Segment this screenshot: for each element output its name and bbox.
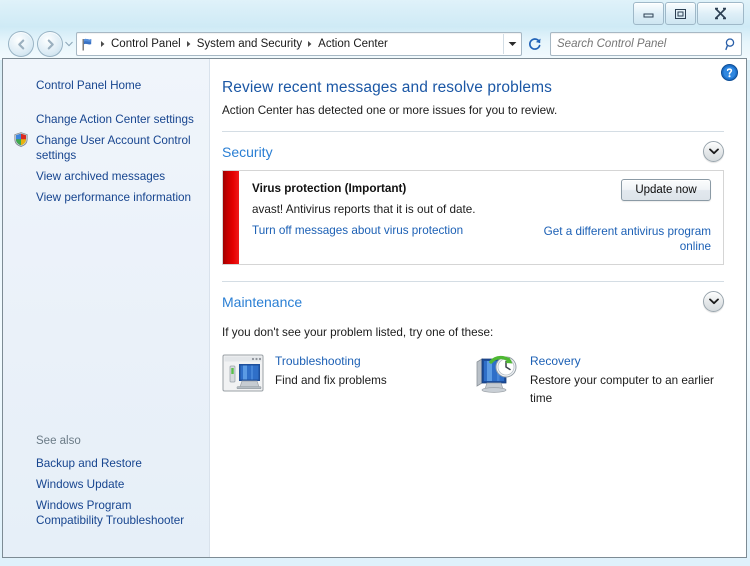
sidebar-item-program-compatibility-troubleshooter[interactable]: Windows Program Compatibility Troublesho… — [3, 495, 209, 531]
back-arrow-icon — [17, 39, 24, 49]
chevron-down-icon — [65, 41, 73, 47]
page-subtitle: Action Center has detected one or more i… — [222, 104, 558, 117]
troubleshooting-icon — [222, 354, 264, 397]
sidebar-links: Control Panel Home Change Action Center … — [3, 59, 209, 208]
chevron-down-icon — [708, 148, 719, 155]
search-input[interactable] — [551, 37, 721, 51]
breadcrumb-separator — [98, 40, 108, 48]
sidebar-item-label: Change User Account Control settings — [36, 134, 191, 162]
alert-severity-bar — [223, 171, 239, 264]
breadcrumb-item-control-panel[interactable]: Control Panel — [108, 34, 184, 54]
see-also-section: See also Backup and Restore Windows Upda… — [3, 435, 209, 531]
troubleshooting-link[interactable]: Troubleshooting — [275, 354, 387, 368]
sidebar-item-label: Windows Update — [36, 478, 125, 491]
sidebar-item-control-panel-home[interactable]: Control Panel Home — [3, 75, 209, 96]
expand-security-button[interactable] — [703, 141, 724, 162]
section-title-security[interactable]: Security — [222, 144, 703, 160]
main-inner: Review recent messages and resolve probl… — [210, 59, 746, 407]
window-controls — [632, 2, 744, 25]
expand-maintenance-button[interactable] — [703, 291, 724, 312]
chevron-down-icon — [508, 42, 517, 46]
alert-virus-protection: Virus protection (Important) avast! Anti… — [222, 170, 724, 265]
forward-arrow-icon — [47, 39, 54, 49]
search-icon[interactable] — [721, 37, 741, 51]
page-title: Review recent messages and resolve probl… — [222, 79, 552, 96]
sidebar-item-label: Backup and Restore — [36, 457, 142, 470]
main-content: Review recent messages and resolve probl… — [210, 59, 746, 557]
forward-button[interactable] — [37, 31, 63, 57]
see-also-title: See also — [36, 435, 81, 447]
alert-content: Virus protection (Important) avast! Anti… — [239, 171, 723, 264]
close-button[interactable] — [697, 2, 744, 25]
address-bar[interactable]: Control Panel System and Security Action… — [76, 32, 522, 56]
alert-links: Turn off messages about virus protection… — [252, 224, 711, 254]
sidebar-item-change-action-center-settings[interactable]: Change Action Center settings — [3, 109, 209, 130]
action-center-window: Control Panel System and Security Action… — [0, 0, 750, 560]
control-panel-flag-icon — [80, 37, 95, 52]
sidebar-item-windows-update[interactable]: Windows Update — [3, 474, 209, 495]
task-recovery[interactable]: Recovery Restore your computer to an ear… — [473, 354, 724, 407]
sidebar-item-view-performance-information[interactable]: View performance information — [3, 187, 209, 208]
sidebar-item-label: Change Action Center settings — [36, 113, 194, 126]
task-text: Troubleshooting Find and fix problems — [275, 354, 387, 389]
breadcrumb-separator — [184, 40, 194, 48]
section-title-maintenance[interactable]: Maintenance — [222, 294, 703, 310]
sidebar-item-change-uac-settings[interactable]: Change User Account Control settings — [3, 130, 209, 166]
title-bar — [0, 0, 750, 28]
recent-pages-button[interactable] — [63, 32, 75, 56]
client-area: Control Panel Home Change Action Center … — [2, 58, 747, 558]
sidebar-item-label: Windows Program Compatibility Troublesho… — [36, 499, 185, 527]
turn-off-messages-link[interactable]: Turn off messages about virus protection — [252, 224, 463, 237]
task-text: Recovery Restore your computer to an ear… — [530, 354, 724, 407]
search-box[interactable] — [550, 32, 742, 56]
recovery-icon — [473, 354, 519, 401]
address-dropdown-button[interactable] — [503, 34, 521, 54]
section-header-security: Security — [222, 131, 724, 162]
sidebar-item-label: View performance information — [36, 191, 192, 204]
try-one-of-these-text: If you don't see your problem listed, tr… — [222, 326, 494, 339]
sidebar-item-view-archived-messages[interactable]: View archived messages — [3, 166, 209, 187]
task-troubleshooting[interactable]: Troubleshooting Find and fix problems — [222, 354, 473, 407]
update-now-button[interactable]: Update now — [621, 179, 711, 201]
uac-shield-icon — [14, 132, 28, 151]
sidebar-item-backup-and-restore[interactable]: Backup and Restore — [3, 453, 209, 474]
get-different-antivirus-link[interactable]: Get a different antivirus program online — [536, 224, 711, 254]
back-button[interactable] — [8, 31, 34, 57]
alert-description: avast! Antivirus reports that it is out … — [252, 203, 476, 216]
minimize-button[interactable] — [633, 2, 664, 25]
sidebar-item-label: View archived messages — [36, 170, 166, 183]
maximize-button[interactable] — [665, 2, 696, 25]
navigation-bar: Control Panel System and Security Action… — [0, 28, 750, 60]
troubleshooting-description: Find and fix problems — [275, 374, 387, 387]
section-header-maintenance: Maintenance — [222, 281, 724, 312]
breadcrumb-separator — [305, 40, 315, 48]
breadcrumb-item-action-center[interactable]: Action Center — [315, 34, 391, 54]
recovery-link[interactable]: Recovery — [530, 354, 724, 368]
recovery-description: Restore your computer to an earlier time — [530, 374, 714, 405]
breadcrumb-item-system-and-security[interactable]: System and Security — [194, 34, 305, 54]
sidebar-item-label: Control Panel Home — [36, 79, 142, 92]
help-icon[interactable] — [721, 64, 738, 86]
task-list: Troubleshooting Find and fix problems Re… — [222, 354, 724, 407]
refresh-button[interactable] — [524, 33, 546, 55]
refresh-icon — [529, 38, 541, 50]
sidebar: Control Panel Home Change Action Center … — [3, 59, 210, 557]
chevron-down-icon — [708, 298, 719, 305]
